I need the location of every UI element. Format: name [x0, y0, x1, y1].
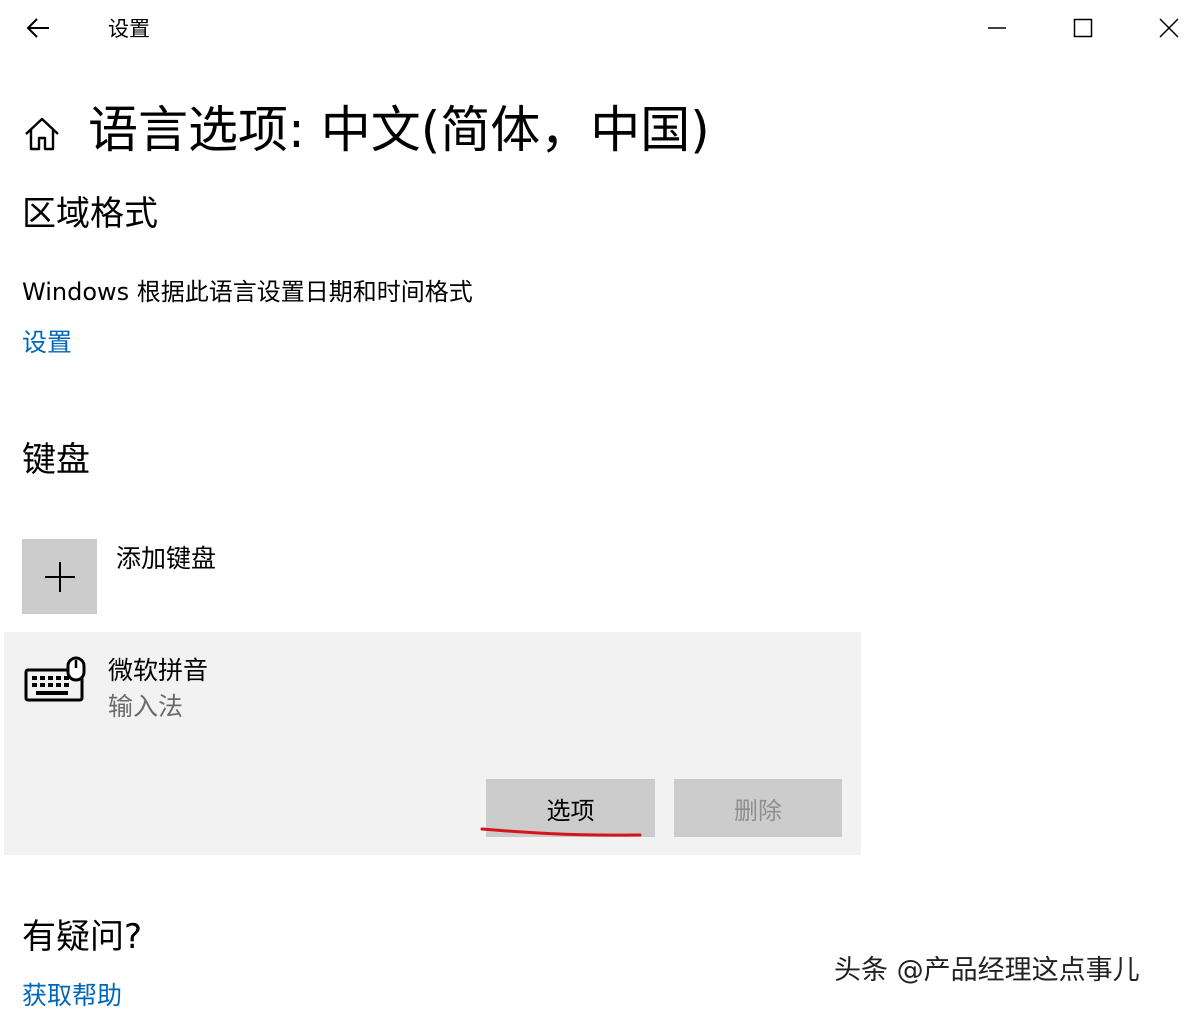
close-icon: [1159, 18, 1179, 38]
close-button[interactable]: [1146, 6, 1192, 50]
watermark: 头条 @产品经理这点事儿: [834, 955, 1140, 986]
add-keyboard-button[interactable]: [22, 539, 97, 614]
back-arrow-icon: [26, 18, 49, 38]
plus-icon: [44, 561, 75, 592]
get-help-link[interactable]: 获取帮助: [22, 980, 122, 1012]
keyboard-type: 输入法: [108, 692, 184, 721]
app-title: 设置: [108, 17, 150, 41]
regional-format-description: Windows 根据此语言设置日期和时间格式: [22, 278, 473, 306]
remove-button: 删除: [674, 779, 842, 837]
maximize-icon: [1073, 18, 1093, 38]
page-title: 语言选项: 中文(简体，中国): [88, 101, 710, 159]
help-heading: 有疑问?: [22, 917, 143, 957]
regional-format-settings-link[interactable]: 设置: [22, 327, 72, 359]
red-underline-annotation: [480, 827, 642, 837]
keyboard-heading: 键盘: [22, 440, 90, 480]
maximize-button[interactable]: [1060, 6, 1106, 50]
add-keyboard-label[interactable]: 添加键盘: [116, 542, 216, 576]
minimize-button[interactable]: [974, 6, 1020, 50]
back-button[interactable]: [18, 8, 58, 48]
keyboard-icon: [24, 656, 88, 708]
home-button[interactable]: [22, 114, 62, 154]
home-icon: [25, 117, 59, 151]
minimize-icon: [988, 27, 1006, 29]
keyboard-name: 微软拼音: [108, 656, 209, 685]
regional-format-heading: 区域格式: [22, 194, 158, 234]
